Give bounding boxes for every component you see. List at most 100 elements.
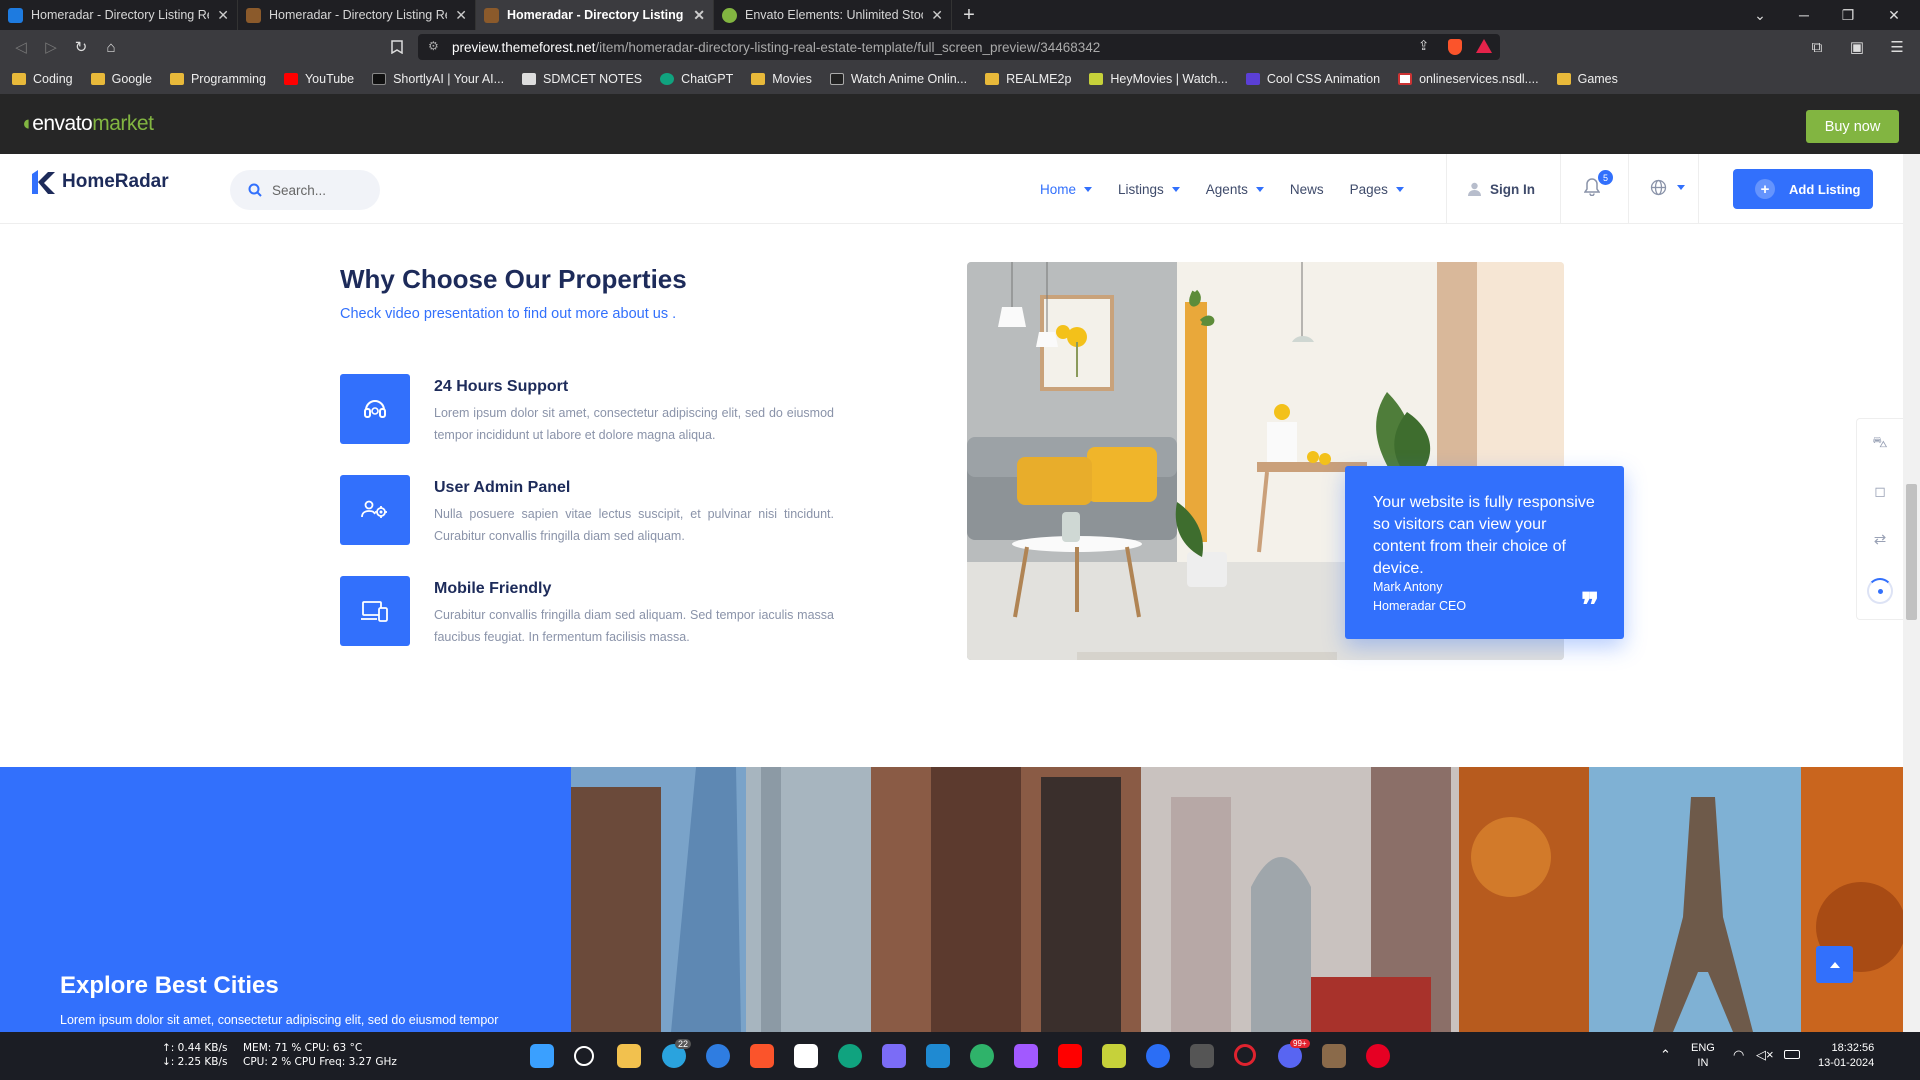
sign-in-button[interactable]: Sign In xyxy=(1468,154,1535,224)
search-icon[interactable] xyxy=(574,1046,594,1066)
quote-icon: ❞ xyxy=(1581,586,1600,626)
brave-rewards-icon[interactable] xyxy=(1476,39,1492,53)
bookmark-anime[interactable]: Watch Anime Onlin... xyxy=(829,72,967,86)
bookmark-games[interactable]: Games xyxy=(1556,72,1618,86)
opera-icon[interactable] xyxy=(1234,1044,1256,1066)
forward-icon[interactable]: ▷ xyxy=(36,32,66,62)
bookmark-heymovies[interactable]: HeyMovies | Watch... xyxy=(1089,72,1228,86)
nav-label: Home xyxy=(1040,181,1077,197)
close-tab-icon[interactable]: ✕ xyxy=(455,7,467,24)
bookmark-css-animation[interactable]: Cool CSS Animation xyxy=(1245,72,1380,86)
tab-favicon-icon xyxy=(484,7,499,23)
bookmark-sdmcet[interactable]: SDMCET NOTES xyxy=(522,72,642,86)
system-stats: MEM: 71 % CPU: 63 °C CPU: 2 % CPU Freq: … xyxy=(243,1041,397,1069)
bookmark-icon[interactable] xyxy=(382,32,412,62)
close-tab-icon[interactable]: ✕ xyxy=(931,7,943,24)
bookmark-programming[interactable]: Programming xyxy=(169,72,266,86)
chevron-down-icon xyxy=(1677,185,1685,190)
tray-chevron-up-icon[interactable]: ⌃ xyxy=(1660,1047,1671,1063)
browser-tab[interactable]: Homeradar - Directory Listing Real Est ✕ xyxy=(238,0,476,30)
close-tab-icon[interactable]: ✕ xyxy=(217,7,229,24)
url-domain: preview.themeforest.net xyxy=(452,39,596,55)
divider xyxy=(1628,154,1629,224)
bookmark-realme2p[interactable]: REALME2p xyxy=(985,72,1071,86)
home-icon[interactable]: ⌂ xyxy=(96,32,126,62)
pinterest-icon[interactable] xyxy=(1366,1044,1390,1068)
vscode-icon[interactable] xyxy=(926,1044,950,1068)
new-tab-button[interactable]: + xyxy=(952,0,986,30)
hey-icon[interactable] xyxy=(1102,1044,1126,1068)
close-window-button[interactable]: ✕ xyxy=(1872,0,1916,30)
scrollbar-thumb[interactable] xyxy=(1906,484,1917,620)
site-info-icon[interactable]: ⚙ xyxy=(428,39,439,53)
app-icon[interactable] xyxy=(1190,1044,1214,1068)
chatgpt-icon[interactable] xyxy=(838,1044,862,1068)
site-logo[interactable]: HomeRadar xyxy=(30,168,169,196)
url-input[interactable]: ⚙ preview.themeforest.net/item/homeradar… xyxy=(418,34,1500,60)
volume-muted-icon[interactable]: ◁× xyxy=(1756,1047,1774,1063)
bookmark-nsdl[interactable]: onlineservices.nsdl.... xyxy=(1398,72,1539,86)
todo-icon[interactable] xyxy=(1146,1044,1170,1068)
buy-now-button[interactable]: Buy now xyxy=(1806,110,1899,143)
gemini-icon[interactable] xyxy=(882,1044,906,1068)
edge-icon[interactable] xyxy=(970,1044,994,1068)
bag-icon[interactable]: ◻ xyxy=(1874,483,1886,500)
cities-description: Lorem ipsum dolor sit amet, consectetur … xyxy=(60,1013,499,1027)
nav-agents[interactable]: Agents xyxy=(1206,182,1264,197)
notification-bell-icon[interactable] xyxy=(1583,178,1601,201)
minimize-button[interactable]: ─ xyxy=(1782,0,1826,30)
youtube-icon[interactable] xyxy=(1058,1044,1082,1068)
folder-icon xyxy=(1556,73,1571,85)
browser-tab[interactable]: Envato Elements: Unlimited Stock Vide ✕ xyxy=(714,0,952,30)
windows-start-icon[interactable] xyxy=(530,1044,554,1068)
compare-icon[interactable]: ⇄ xyxy=(1874,530,1887,548)
battery-icon[interactable] xyxy=(1784,1050,1800,1059)
language-selector[interactable] xyxy=(1650,179,1685,196)
divider xyxy=(1446,154,1447,224)
nav-pages[interactable]: Pages xyxy=(1350,182,1404,197)
taskbar-clock[interactable]: 18:32:56 13-01-2024 xyxy=(1818,1041,1874,1071)
video-link[interactable]: Check video presentation to find out mor… xyxy=(340,306,676,322)
notion-icon[interactable] xyxy=(794,1044,818,1068)
menu-icon[interactable]: ☰ xyxy=(1882,32,1912,62)
loading-spinner-icon[interactable] xyxy=(1867,578,1893,604)
wifi-icon[interactable]: ◠ xyxy=(1733,1047,1744,1063)
bookmark-coding[interactable]: Coding xyxy=(12,72,73,86)
close-tab-icon[interactable]: ✕ xyxy=(693,7,705,24)
bookmark-movies[interactable]: Movies xyxy=(751,72,812,86)
scroll-to-top-button[interactable] xyxy=(1816,946,1853,983)
nav-news[interactable]: News xyxy=(1290,182,1324,197)
browser-tab-active[interactable]: Homeradar - Directory Listing Re ✕ xyxy=(476,0,714,30)
cars-icon[interactable]: ⛍ xyxy=(1872,434,1887,453)
wallet-icon[interactable]: ▣ xyxy=(1842,32,1872,62)
file-explorer-icon[interactable] xyxy=(617,1044,641,1068)
envato-logo[interactable]: ◖envatomarket xyxy=(20,112,154,136)
brave-icon[interactable] xyxy=(750,1044,774,1068)
nav-listings[interactable]: Listings xyxy=(1118,182,1180,197)
site-header: HomeRadar Search... Home Listings Agents… xyxy=(0,154,1903,224)
cities-section: Explore Best Cities Lorem ipsum dolor si… xyxy=(0,767,1903,1032)
figma-icon[interactable] xyxy=(1014,1044,1038,1068)
bookmark-google[interactable]: Google xyxy=(90,72,152,86)
bookmark-label: HeyMovies | Watch... xyxy=(1110,72,1228,86)
extensions-icon[interactable]: ⧉ xyxy=(1802,32,1832,62)
phone-link-icon[interactable] xyxy=(1322,1044,1346,1068)
app-store-icon[interactable] xyxy=(706,1044,730,1068)
back-icon[interactable]: ◁ xyxy=(6,32,36,62)
sdmcet-icon xyxy=(522,73,537,85)
reload-icon[interactable]: ↻ xyxy=(66,32,96,62)
bookmark-shortlyai[interactable]: ShortlyAI | Your AI... xyxy=(372,72,504,86)
tab-list-chevron-icon[interactable]: ⌄ xyxy=(1738,0,1782,30)
share-icon[interactable]: ⇪ xyxy=(1418,38,1429,54)
youtube-icon xyxy=(283,73,298,85)
nav-home[interactable]: Home xyxy=(1040,181,1093,197)
browser-tab[interactable]: Homeradar - Directory Listing Real Est ✕ xyxy=(0,0,238,30)
bookmark-youtube[interactable]: YouTube xyxy=(283,72,354,86)
add-listing-button[interactable]: + Add Listing xyxy=(1733,169,1873,209)
maximize-button[interactable]: ❐ xyxy=(1826,0,1870,30)
language-indicator[interactable]: ENG IN xyxy=(1691,1041,1715,1071)
brave-shield-icon[interactable] xyxy=(1448,39,1462,55)
divider xyxy=(1560,154,1561,224)
bookmark-chatgpt[interactable]: ChatGPT xyxy=(660,72,733,86)
search-input[interactable]: Search... xyxy=(230,170,380,210)
